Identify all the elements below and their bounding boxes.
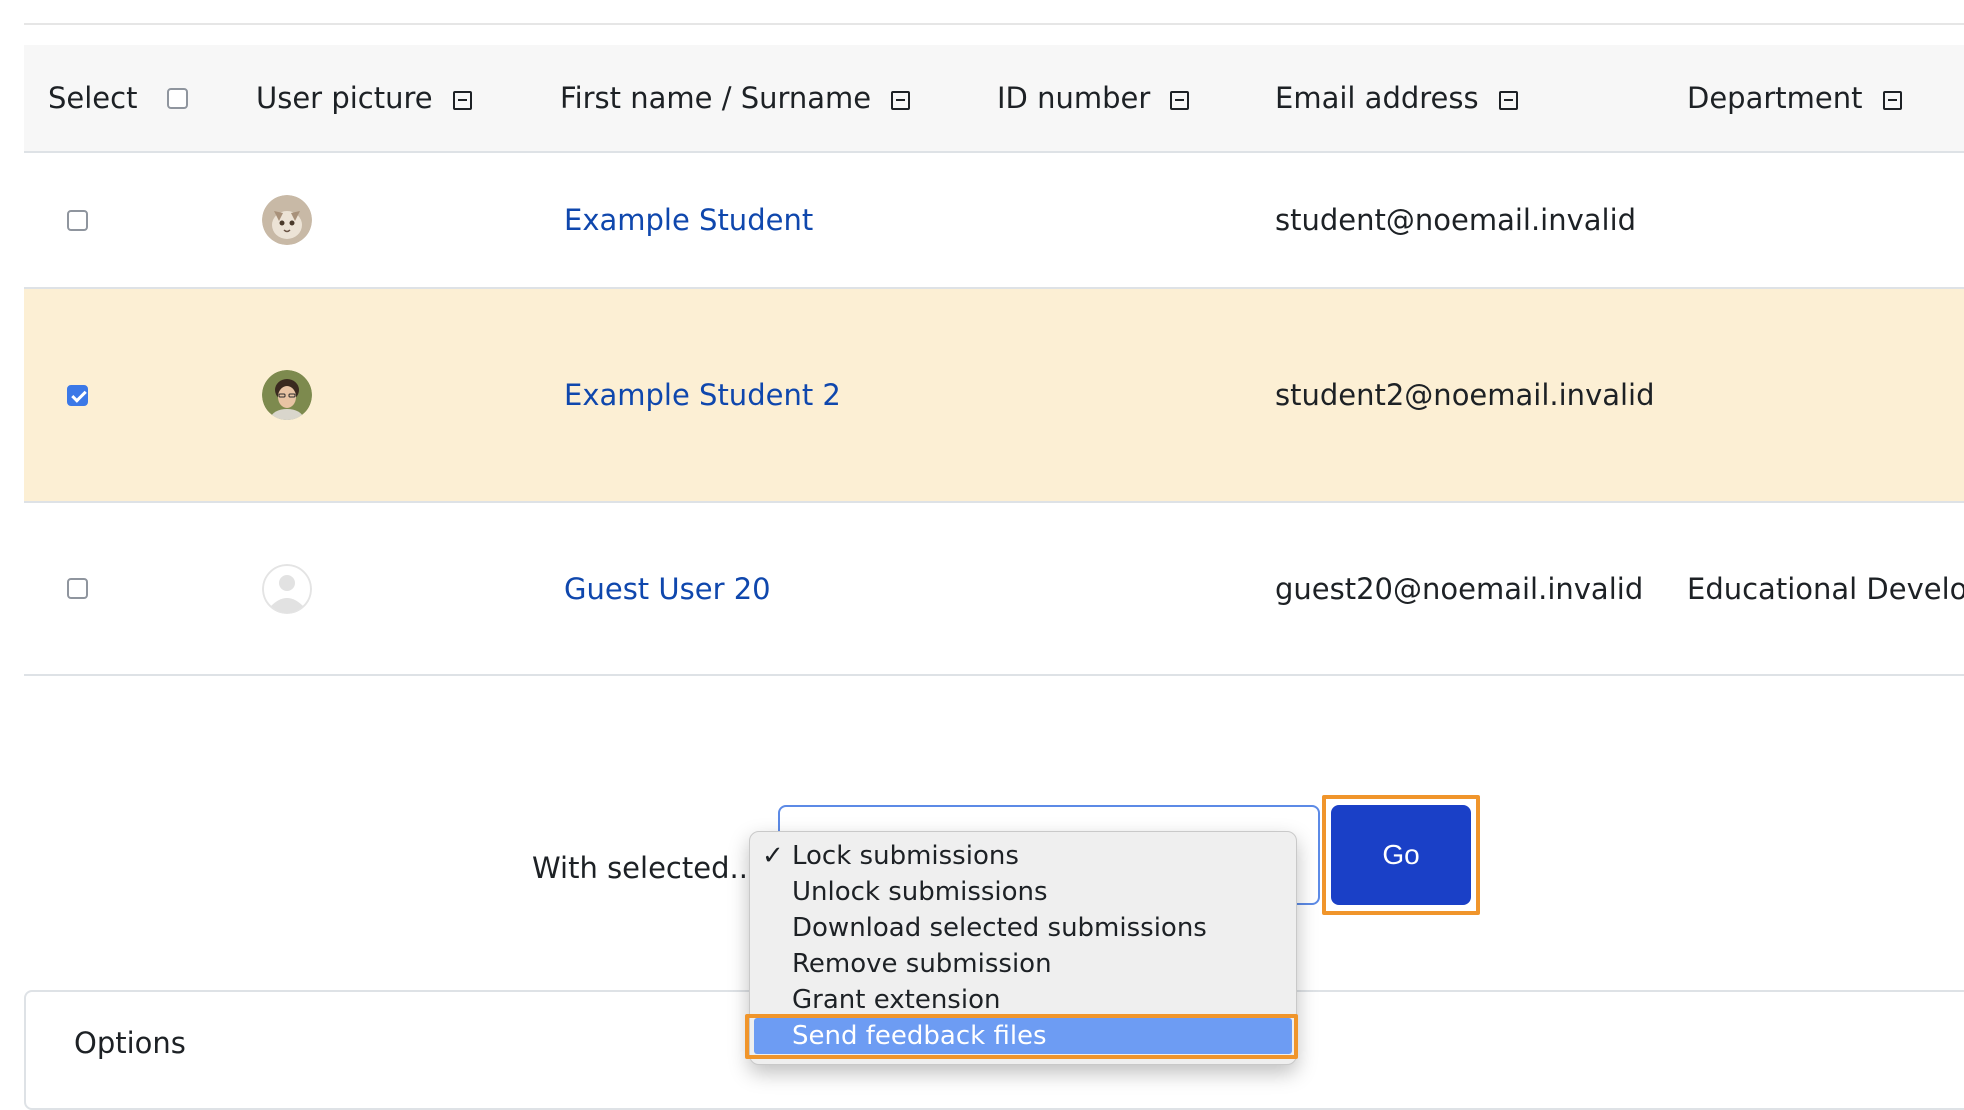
collapse-column-icon[interactable] xyxy=(891,90,911,110)
option-download-selected-submissions[interactable]: Download selected submissions xyxy=(750,910,1296,946)
option-unlock-submissions[interactable]: Unlock submissions xyxy=(750,874,1296,910)
collapse-column-icon[interactable] xyxy=(1498,90,1518,110)
option-label: Grant extension xyxy=(792,985,1001,1015)
header-select-label: Select xyxy=(48,81,138,115)
header-email-label: Email address xyxy=(1275,81,1479,115)
table-row: Guest User 20 guest20@noemail.invalid Ed… xyxy=(24,503,1964,676)
user-email: guest20@noemail.invalid xyxy=(1275,571,1644,606)
top-divider xyxy=(24,23,1964,25)
options-title: Options xyxy=(74,1026,186,1060)
with-selected-label: With selected... xyxy=(532,851,758,885)
user-name-link[interactable]: Guest User 20 xyxy=(564,572,771,606)
option-label: Download selected submissions xyxy=(792,913,1207,943)
header-name[interactable]: First name / Surname xyxy=(560,45,911,151)
user-name-link[interactable]: Example Student 2 xyxy=(564,378,841,412)
option-label: Remove submission xyxy=(792,949,1052,979)
go-button[interactable]: Go xyxy=(1331,805,1471,905)
header-select: Select xyxy=(48,45,189,151)
row-select-checkbox[interactable] xyxy=(67,209,88,231)
table-row: Example Student student@noemail.invalid xyxy=(24,153,1964,289)
user-department: Educational Develop xyxy=(1687,571,1964,606)
active-option-highlight xyxy=(745,1014,1298,1059)
header-department[interactable]: Department xyxy=(1687,45,1902,151)
header-department-label: Department xyxy=(1687,81,1863,115)
checkmark-icon: ✓ xyxy=(762,841,784,871)
option-grant-extension[interactable]: Grant extension xyxy=(750,982,1296,1018)
option-remove-submission[interactable]: Remove submission xyxy=(750,946,1296,982)
collapse-column-icon[interactable] xyxy=(1882,90,1902,110)
option-label: Lock submissions xyxy=(792,841,1019,871)
row-select-checkbox[interactable] xyxy=(67,578,88,599)
option-label: Unlock submissions xyxy=(792,877,1048,907)
header-id-number-label: ID number xyxy=(997,81,1151,115)
user-email: student2@noemail.invalid xyxy=(1275,378,1655,412)
table-row-selected: Example Student 2 student2@noemail.inval… xyxy=(24,289,1964,503)
row-select-checkbox[interactable] xyxy=(67,384,88,406)
user-name-link[interactable]: Example Student xyxy=(564,203,813,237)
option-lock-submissions[interactable]: ✓ Lock submissions xyxy=(750,838,1296,874)
user-email: student@noemail.invalid xyxy=(1275,203,1637,237)
table-header: Select User picture First name / Surname… xyxy=(24,45,1964,153)
header-user-picture-label: User picture xyxy=(256,81,433,115)
grading-table: Select User picture First name / Surname… xyxy=(24,45,1964,676)
collapse-column-icon[interactable] xyxy=(1170,90,1190,110)
header-email[interactable]: Email address xyxy=(1275,45,1518,151)
header-name-label: First name / Surname xyxy=(560,81,872,115)
header-user-picture[interactable]: User picture xyxy=(256,45,472,151)
select-all-checkbox[interactable] xyxy=(167,87,189,109)
default-avatar[interactable] xyxy=(262,563,312,614)
person-avatar[interactable] xyxy=(262,370,312,420)
cat-avatar[interactable] xyxy=(262,195,312,245)
collapse-column-icon[interactable] xyxy=(452,90,472,110)
header-id-number[interactable]: ID number xyxy=(997,45,1190,151)
